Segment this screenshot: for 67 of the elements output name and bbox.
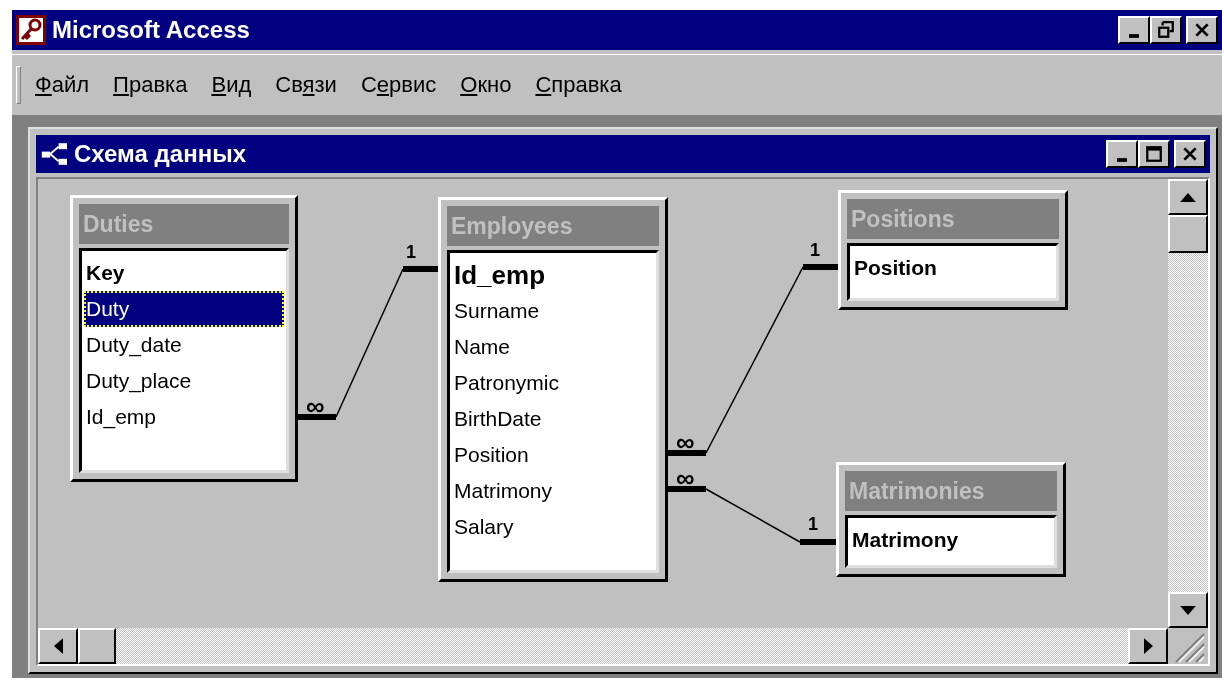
field-item[interactable]: Id_emp — [84, 399, 284, 435]
menu-item[interactable]: Справка — [535, 72, 622, 98]
field-item[interactable]: Id_emp — [452, 257, 654, 293]
relationship-line[interactable] — [298, 266, 438, 420]
down-arrow-icon — [1180, 605, 1196, 615]
cardinality-label: ∞ — [676, 465, 695, 491]
left-arrow-icon — [53, 638, 63, 654]
field-item[interactable]: Duty — [84, 291, 284, 327]
table-title: Employees — [447, 206, 659, 246]
restore-button[interactable] — [1150, 16, 1182, 44]
scroll-up-button[interactable] — [1168, 179, 1208, 215]
relationship-line[interactable] — [668, 486, 836, 545]
restore-icon — [1157, 21, 1175, 39]
field-item[interactable]: Key — [84, 255, 284, 291]
menu-item[interactable]: Сервис — [360, 72, 437, 98]
field-item[interactable]: Patronymic — [452, 365, 654, 401]
scroll-thumb[interactable] — [78, 628, 116, 664]
menu-item[interactable]: Окно — [460, 72, 512, 98]
key-icon — [16, 15, 46, 45]
close-icon — [1193, 21, 1211, 39]
vertical-scrollbar[interactable] — [1168, 179, 1208, 628]
window-title: Схема данных — [74, 140, 247, 168]
field-item[interactable]: Duty_place — [84, 363, 284, 399]
field-item[interactable]: Position — [852, 250, 1054, 286]
scroll-right-button[interactable] — [1128, 628, 1168, 664]
table-title: Duties — [79, 204, 289, 244]
table-window[interactable]: Duties Key Duty Duty_date Duty_place Id_emp — [70, 195, 298, 482]
cardinality-label: 1 — [810, 241, 820, 259]
field-item[interactable]: Position — [452, 437, 654, 473]
relationships-icon — [40, 142, 70, 166]
field-item[interactable]: BirthDate — [452, 401, 654, 437]
right-arrow-icon — [1143, 638, 1153, 654]
close-button[interactable] — [1186, 16, 1218, 44]
table-title: Matrimonies — [845, 471, 1057, 511]
relationship-line[interactable] — [668, 264, 838, 456]
cardinality-label: 1 — [406, 243, 416, 261]
table-window[interactable]: Positions Position — [838, 190, 1068, 310]
table-title: Positions — [847, 199, 1059, 239]
field-item[interactable]: Name — [452, 329, 654, 365]
maximize-icon — [1145, 145, 1163, 163]
field-item[interactable]: Salary — [452, 509, 654, 545]
minimize-icon — [1117, 158, 1127, 162]
cardinality-label: ∞ — [676, 429, 695, 455]
minimize-button[interactable] — [1106, 140, 1138, 168]
scroll-thumb[interactable] — [1168, 215, 1208, 253]
menu-item[interactable]: Вид — [211, 72, 252, 98]
maximize-button[interactable] — [1138, 140, 1170, 168]
field-item[interactable]: Duty_date — [84, 327, 284, 363]
scroll-down-button[interactable] — [1168, 592, 1208, 628]
field-item[interactable]: Surname — [452, 293, 654, 329]
menu-item[interactable]: Правка — [113, 72, 188, 98]
cardinality-label: ∞ — [306, 393, 325, 419]
table-window[interactable]: Employees Id_emp Surname Name Patronymic BirthDate Position Matrimony Salary — [438, 197, 668, 582]
close-icon — [1181, 145, 1199, 163]
window-title: Microsoft Access — [52, 16, 251, 44]
horizontal-scrollbar[interactable] — [38, 628, 1168, 664]
minimize-button[interactable] — [1118, 16, 1150, 44]
menu-item[interactable]: Файл — [35, 72, 90, 98]
close-button[interactable] — [1174, 140, 1206, 168]
up-arrow-icon — [1180, 192, 1196, 202]
cardinality-label: 1 — [808, 515, 818, 533]
scroll-left-button[interactable] — [38, 628, 78, 664]
field-item[interactable]: Matrimony — [452, 473, 654, 509]
table-window[interactable]: Matrimonies Matrimony — [836, 462, 1066, 577]
field-item[interactable]: Matrimony — [850, 522, 1052, 558]
minimize-icon — [1129, 34, 1139, 38]
menu-item[interactable]: Связи — [275, 72, 337, 98]
